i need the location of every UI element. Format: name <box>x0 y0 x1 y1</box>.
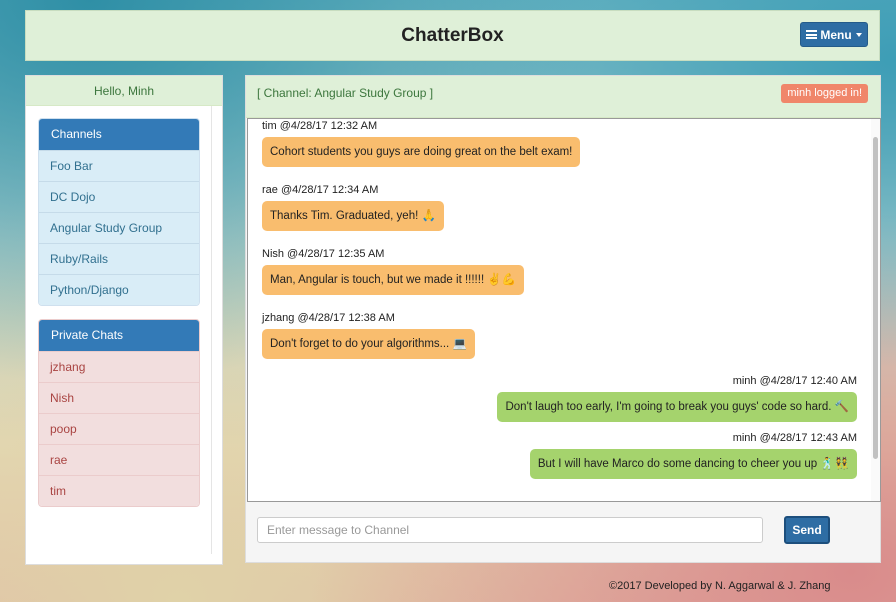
caret-down-icon <box>855 32 862 37</box>
channels-heading: Channels <box>39 119 199 150</box>
message-input[interactable] <box>257 517 763 543</box>
private-chat-nish[interactable]: Nish <box>39 382 199 413</box>
message-bubble: But I will have Marco do some dancing to… <box>529 449 857 479</box>
message-bubble: Man, Angular is touch, but we made it !!… <box>262 265 524 295</box>
private-chat-jzhang[interactable]: jzhang <box>39 351 199 382</box>
private-chat-rae[interactable]: rae <box>39 444 199 475</box>
private-chats-heading: Private Chats <box>39 320 199 351</box>
message-scrollbar[interactable] <box>871 119 880 501</box>
message-meta: minh @4/28/17 12:40 AM <box>732 375 857 387</box>
channel-item-python-django[interactable]: Python/Django <box>39 274 199 305</box>
send-button[interactable]: Send <box>784 516 830 544</box>
sidebar: Hello, Minh Channels Foo Bar DC Dojo Ang… <box>25 75 223 565</box>
menu-label: Menu <box>820 27 852 42</box>
app-title: ChatterBox <box>401 25 504 46</box>
scrollbar-thumb[interactable] <box>873 137 878 459</box>
message-bubble: Don't forget to do your algorithms... 💻 <box>262 329 475 359</box>
channel-label: [ Channel: Angular Study Group ] <box>257 86 434 100</box>
message-item: minh @4/28/17 12:40 AM Don't laugh too e… <box>497 375 857 422</box>
message-item: jzhang @4/28/17 12:38 AM Don't forget to… <box>262 312 475 359</box>
message-bubble: Don't laugh too early, I'm going to brea… <box>497 392 857 422</box>
menu-button[interactable]: Menu <box>800 22 868 47</box>
message-meta: minh @4/28/17 12:43 AM <box>732 432 857 444</box>
message-meta: rae @4/28/17 12:34 AM <box>262 184 379 196</box>
channel-item-foo-bar[interactable]: Foo Bar <box>39 150 199 181</box>
channels-list: Channels Foo Bar DC Dojo Angular Study G… <box>38 118 200 306</box>
app-header: ChatterBox Menu <box>25 10 880 61</box>
message-item: tim @4/28/17 12:32 AM Cohort students yo… <box>262 120 581 167</box>
message-bubble: Thanks Tim. Graduated, yeh! 🙏 <box>262 201 444 231</box>
hamburger-icon <box>806 30 818 39</box>
message-meta: jzhang @4/28/17 12:38 AM <box>262 312 395 324</box>
footer-credit: ©2017 Developed by N. Aggarwal & J. Zhan… <box>609 580 831 592</box>
message-bubble: Cohort students you guys are doing great… <box>262 137 581 167</box>
private-chat-tim[interactable]: tim <box>39 475 199 506</box>
channel-bar: [ Channel: Angular Study Group ] minh lo… <box>246 76 880 118</box>
message-list[interactable]: tim @4/28/17 12:32 AM Cohort students yo… <box>247 118 881 502</box>
private-chat-poop[interactable]: poop <box>39 413 199 444</box>
greeting: Hello, Minh <box>26 76 222 106</box>
message-item: Nish @4/28/17 12:35 AM Man, Angular is t… <box>262 248 524 295</box>
message-item: rae @4/28/17 12:34 AM Thanks Tim. Gradua… <box>262 184 444 231</box>
sidebar-lists: Channels Foo Bar DC Dojo Angular Study G… <box>26 106 212 554</box>
channel-item-angular-study-group[interactable]: Angular Study Group <box>39 212 199 243</box>
channel-item-ruby-rails[interactable]: Ruby/Rails <box>39 243 199 274</box>
private-chats-list: Private Chats jzhang Nish poop rae tim <box>38 319 200 507</box>
chat-panel: [ Channel: Angular Study Group ] minh lo… <box>245 75 881 563</box>
message-meta: Nish @4/28/17 12:35 AM <box>262 248 385 260</box>
message-meta: tim @4/28/17 12:32 AM <box>262 120 378 132</box>
channel-item-dc-dojo[interactable]: DC Dojo <box>39 181 199 212</box>
login-status-badge: minh logged in! <box>781 84 868 103</box>
message-item: minh @4/28/17 12:43 AM But I will have M… <box>529 432 857 479</box>
